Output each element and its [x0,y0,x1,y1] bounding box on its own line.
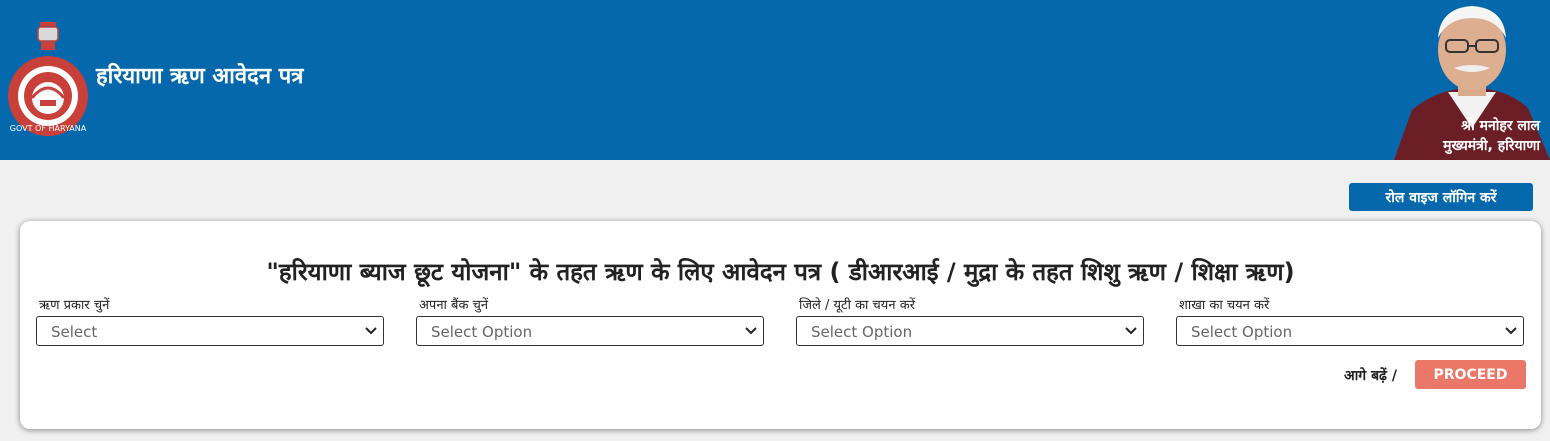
chevron-down-icon [1125,327,1137,335]
branch-label: शाखा का चयन करें [1179,298,1270,313]
application-form-card: "हरियाणा ब्याज छूट योजना" के तहत ऋण के ल… [20,221,1541,429]
district-select-value: Select Option [811,323,913,341]
chevron-down-icon [1505,327,1517,335]
loan-type-label: ऋण प्रकार चुनें [39,298,110,313]
role-wise-login-button[interactable]: रोल वाइज लॉगिन करें [1349,183,1533,211]
proceed-button[interactable]: PROCEED [1415,360,1526,389]
district-select[interactable]: Select Option [796,316,1144,346]
chevron-down-icon [365,327,377,335]
cm-designation: मुख्यमंत्री, हरियाणा [1443,138,1540,154]
chevron-down-icon [745,327,757,335]
proceed-text: आगे बढ़ें / [1344,368,1397,384]
district-label: जिले / यूटी का चयन करें [799,298,915,313]
branch-select[interactable]: Select Option [1176,316,1524,346]
bank-select[interactable]: Select Option [416,316,764,346]
cm-name: श्री मनोहर लाल [1461,118,1540,134]
branch-select-value: Select Option [1191,323,1293,341]
loan-type-select[interactable]: Select [36,316,384,346]
bank-select-value: Select Option [431,323,533,341]
haryana-emblem-icon: GOVT OF HARYANA [8,22,88,136]
bank-label: अपना बैंक चुनें [419,298,489,313]
app-title: हरियाणा ऋण आवेदन पत्र [96,64,304,89]
chief-minister-photo: श्री मनोहर लाल मुख्यमंत्री, हरियाणा [1388,0,1550,160]
cm-caption: श्री मनोहर लाल मुख्यमंत्री, हरियाणा [1443,116,1540,156]
loan-type-select-value: Select [51,323,98,341]
emblem-text: GOVT OF HARYANA [10,124,87,133]
app-header: GOVT OF HARYANA हरियाणा ऋण आवेदन पत्र श्… [0,0,1550,160]
form-heading: "हरियाणा ब्याज छूट योजना" के तहत ऋण के ल… [266,258,1295,286]
